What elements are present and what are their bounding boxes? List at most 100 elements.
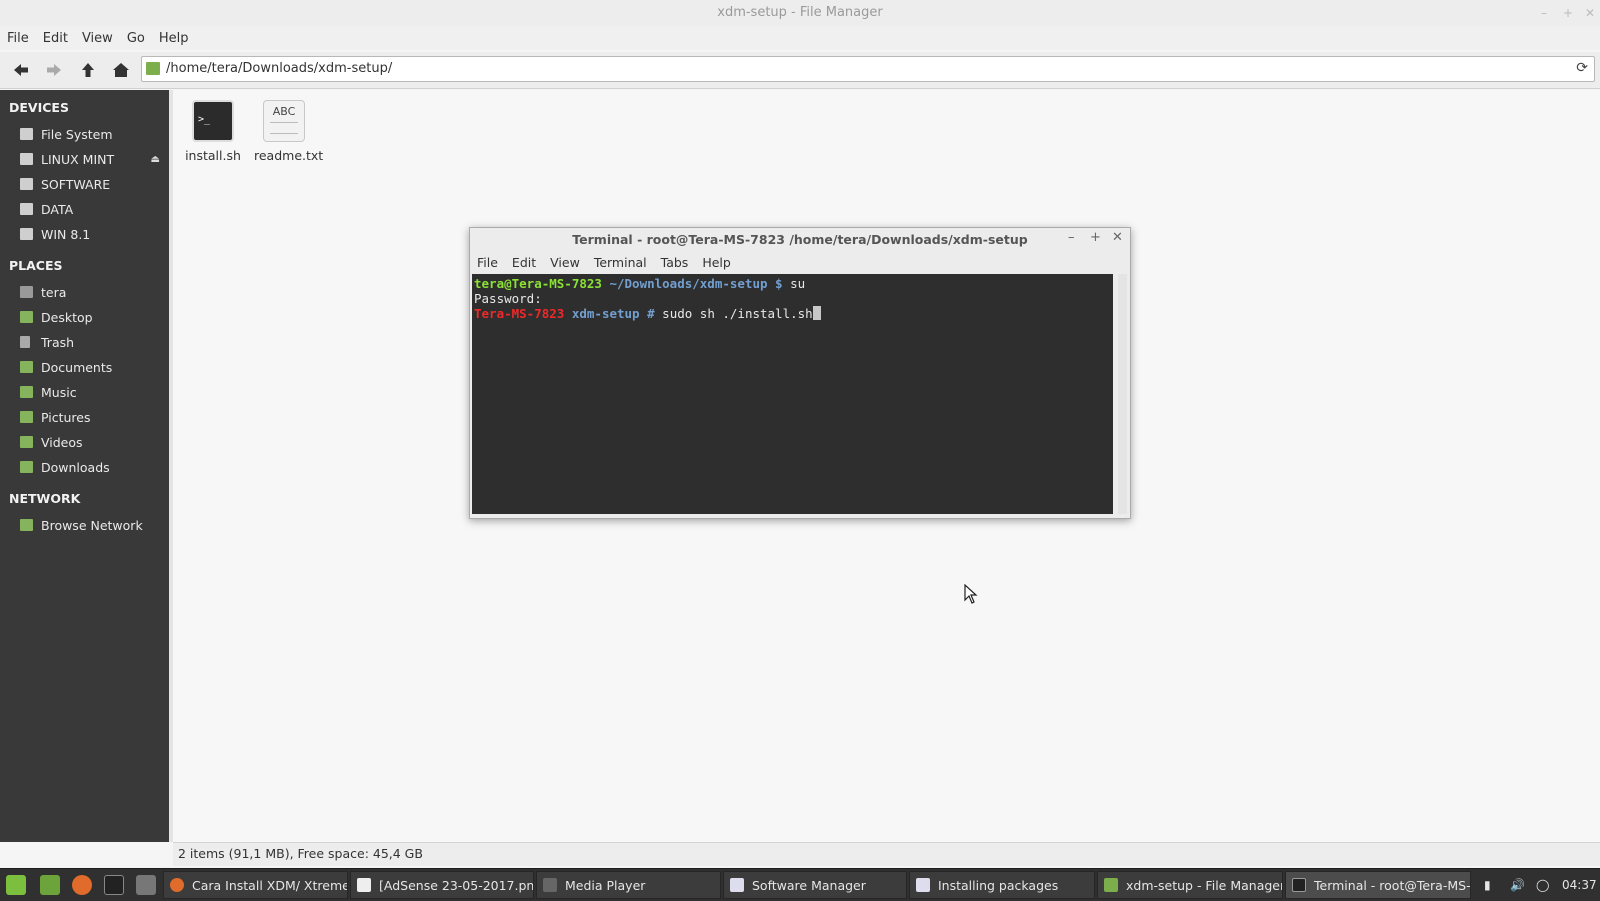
reload-icon[interactable]: ⟳	[1576, 60, 1588, 76]
media-player-icon	[543, 878, 557, 892]
minimize-icon[interactable]: –	[1541, 0, 1547, 26]
terminal-output[interactable]: tera@Tera-MS-7823 ~/Downloads/xdm-setup …	[472, 274, 1113, 514]
sidebar-item-software[interactable]: SOFTWARE	[20, 173, 166, 195]
sidebar-item-label: DATA	[41, 201, 74, 217]
folder-icon	[20, 411, 33, 423]
sidebar-item-label: Trash	[41, 334, 75, 350]
toolbar: /home/tera/Downloads/xdm-setup/ ⟳	[0, 52, 1600, 89]
folder-icon	[20, 386, 33, 398]
task-file-manager[interactable]: xdm-setup - File Manager	[1097, 871, 1283, 899]
folder-icon	[1104, 878, 1118, 892]
drive-icon	[20, 128, 33, 140]
arrow-right-icon	[47, 64, 61, 76]
sidebar-item-documents[interactable]: Documents	[20, 356, 166, 378]
window-titlebar[interactable]: xdm-setup - File Manager	[0, 0, 1600, 26]
window-title: xdm-setup - File Manager	[717, 5, 883, 20]
folder-icon	[146, 62, 160, 75]
firefox-icon	[170, 878, 184, 892]
task-firefox[interactable]: Cara Install XDM/ Xtreme ...	[163, 871, 348, 899]
menu-view[interactable]: View	[75, 31, 120, 46]
terminal-maximize-icon[interactable]: +	[1090, 230, 1101, 245]
prompt-dir: xdm-setup #	[571, 306, 655, 321]
firefox-icon[interactable]	[72, 875, 92, 895]
image-icon	[357, 878, 371, 892]
status-bar: 2 items (91,1 MB), Free space: 45,4 GB	[173, 842, 1600, 866]
menu-go[interactable]: Go	[120, 31, 152, 46]
home-button[interactable]	[111, 60, 131, 80]
sidebar-item-label: Downloads	[41, 459, 110, 475]
arrow-left-icon	[14, 64, 28, 76]
network-signal-icon[interactable]: ▮	[1484, 869, 1491, 901]
sidebar-item-win81[interactable]: WIN 8.1	[20, 223, 166, 245]
sidebar-item-data[interactable]: DATA	[20, 198, 166, 220]
close-icon[interactable]: ✕	[1585, 0, 1595, 26]
update-shield-icon[interactable]: ◯	[1536, 869, 1549, 901]
terminal-launcher-icon[interactable]	[104, 875, 124, 895]
file-name: readme.txt	[254, 148, 324, 163]
terminal-menu-file[interactable]: File	[470, 255, 505, 270]
show-desktop-icon[interactable]	[40, 875, 60, 895]
terminal-icon	[1292, 878, 1306, 892]
network-heading: NETWORK	[9, 491, 81, 506]
task-installing-packages[interactable]: Installing packages	[909, 871, 1095, 899]
terminal-window[interactable]: Terminal - root@Tera-MS-7823 /home/tera/…	[469, 227, 1131, 519]
task-terminal[interactable]: Terminal - root@Tera-MS-...	[1285, 871, 1471, 899]
sidebar-item-desktop[interactable]: Desktop	[20, 306, 166, 328]
sidebar-item-trash[interactable]: Trash	[20, 331, 166, 353]
task-image-viewer[interactable]: [AdSense 23-05-2017.png]	[350, 871, 534, 899]
file-item-readme-txt[interactable]: ABC readme.txt	[254, 100, 323, 163]
terminal-menu-view[interactable]: View	[543, 255, 587, 270]
sidebar-item-browse-network[interactable]: Browse Network	[20, 514, 166, 536]
task-media-player[interactable]: Media Player	[536, 871, 721, 899]
sidebar-item-tera[interactable]: tera	[20, 281, 166, 303]
sidebar-item-videos[interactable]: Videos	[20, 431, 166, 453]
menu-file[interactable]: File	[0, 31, 36, 46]
window-icon	[730, 878, 744, 892]
mint-menu-icon[interactable]	[6, 875, 26, 895]
task-label: Installing packages	[938, 877, 1059, 893]
sidebar-item-label: File System	[41, 126, 113, 142]
prompt-user: tera@Tera-MS-7823	[474, 276, 602, 291]
folder-icon	[20, 436, 33, 448]
sidebar-item-label: SOFTWARE	[41, 176, 111, 192]
task-software-manager[interactable]: Software Manager	[723, 871, 907, 899]
maximize-icon[interactable]: +	[1563, 0, 1573, 26]
location-path: /home/tera/Downloads/xdm-setup/	[166, 61, 393, 76]
drive-icon	[20, 178, 33, 190]
terminal-scrollbar[interactable]	[1118, 274, 1127, 514]
volume-icon[interactable]: 🔊	[1510, 869, 1525, 901]
task-label: [AdSense 23-05-2017.png]	[379, 877, 534, 893]
menu-edit[interactable]: Edit	[36, 31, 75, 46]
sidebar-item-label: WIN 8.1	[41, 226, 91, 242]
back-button[interactable]	[11, 60, 31, 80]
forward-button[interactable]	[44, 60, 64, 80]
files-launcher-icon[interactable]	[136, 875, 156, 895]
terminal-menu-edit[interactable]: Edit	[505, 255, 543, 270]
terminal-line: Tera-MS-7823 xdm-setup # sudo sh ./insta…	[474, 306, 1113, 321]
clock[interactable]: 04:37	[1562, 869, 1597, 901]
file-icon-label: ABC	[272, 105, 296, 118]
sidebar-item-file-system[interactable]: File System	[20, 123, 166, 145]
sidebar-item-downloads[interactable]: Downloads	[20, 456, 166, 478]
sidebar-item-label: Documents	[41, 359, 113, 375]
file-item-install-sh[interactable]: >_ install.sh	[183, 100, 243, 163]
sidebar-item-linux-mint[interactable]: LINUX MINT ⏏	[20, 148, 166, 170]
sidebar-item-music[interactable]: Music	[20, 381, 166, 403]
sidebar-item-label: Browse Network	[41, 517, 143, 533]
window-icon	[916, 878, 930, 892]
terminal-menu-tabs[interactable]: Tabs	[654, 255, 696, 270]
sidebar-item-pictures[interactable]: Pictures	[20, 406, 166, 428]
menubar: File Edit View Go Help	[0, 26, 1600, 50]
terminal-titlebar[interactable]: Terminal - root@Tera-MS-7823 /home/tera/…	[470, 228, 1130, 252]
terminal-close-icon[interactable]: ✕	[1112, 230, 1123, 245]
terminal-menu-terminal[interactable]: Terminal	[587, 255, 654, 270]
menu-help[interactable]: Help	[152, 31, 196, 46]
eject-icon[interactable]: ⏏	[151, 154, 160, 165]
terminal-line: Password:	[474, 291, 542, 306]
terminal-menu-help[interactable]: Help	[695, 255, 738, 270]
location-bar[interactable]: /home/tera/Downloads/xdm-setup/ ⟳	[141, 56, 1595, 82]
folder-icon	[20, 361, 33, 373]
terminal-minimize-icon[interactable]: –	[1068, 230, 1075, 245]
places-heading: PLACES	[9, 258, 63, 273]
parent-folder-button[interactable]	[78, 60, 98, 80]
